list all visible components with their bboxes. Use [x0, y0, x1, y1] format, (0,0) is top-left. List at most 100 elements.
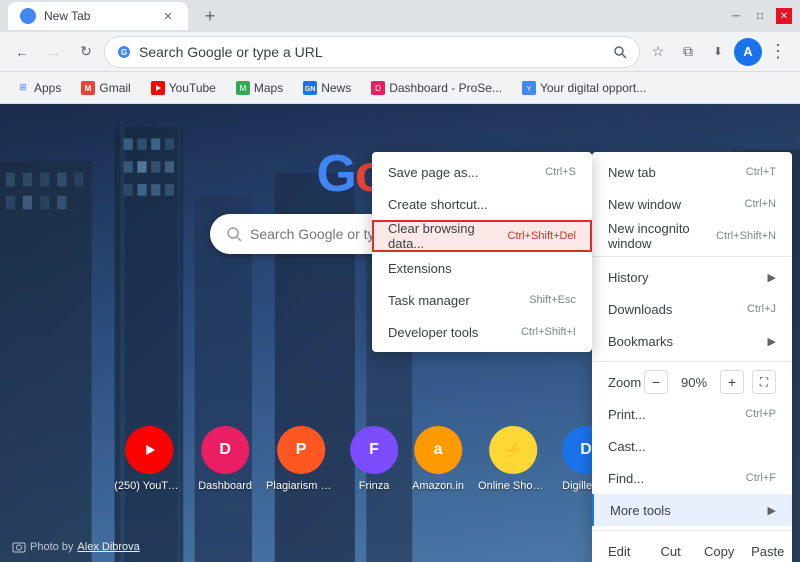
submenu-clear-browsing-shortcut: Ctrl+Shift+Del	[508, 230, 576, 242]
zoom-out-button[interactable]: −	[644, 370, 668, 394]
menu-cast-label: Cast...	[608, 439, 646, 454]
bookmark-news[interactable]: GN News	[295, 76, 359, 100]
search-icon	[613, 45, 627, 59]
svg-text:G: G	[121, 48, 127, 57]
active-tab[interactable]: New Tab ✕	[8, 2, 188, 30]
menu-history[interactable]: History ▶	[592, 261, 792, 293]
shortcut-youtube-icon	[125, 426, 173, 474]
extensions-button[interactable]: ⧉	[674, 38, 702, 66]
shortcut-youtube[interactable]: (250) YouTube	[114, 426, 184, 492]
zoom-in-button[interactable]: +	[720, 370, 744, 394]
dashboard-icon: D	[371, 81, 385, 95]
submenu-task-manager-shortcut: Shift+Esc	[529, 294, 576, 306]
submenu-save-page-label: Save page as...	[388, 165, 478, 180]
menu-find[interactable]: Find... Ctrl+F	[592, 462, 792, 494]
menu-new-tab-shortcut: Ctrl+T	[746, 166, 776, 178]
bookmark-youtube[interactable]: YouTube	[143, 76, 224, 100]
photo-by-label: Photo by	[30, 541, 73, 553]
minimize-button[interactable]: ─	[728, 8, 744, 24]
menu-find-label: Find...	[608, 471, 644, 486]
camera-icon	[12, 540, 26, 554]
close-window-button[interactable]: ✕	[776, 8, 792, 24]
submenu-save-page[interactable]: Save page as... Ctrl+S	[372, 156, 592, 188]
submenu-save-page-shortcut: Ctrl+S	[545, 166, 576, 178]
download-button[interactable]: ⬇	[704, 38, 732, 66]
back-button[interactable]: ←	[8, 38, 36, 66]
fullscreen-button[interactable]: ⛶	[752, 370, 776, 394]
svg-text:M: M	[240, 84, 247, 93]
shortcut-frinza[interactable]: F Frinza	[350, 426, 398, 492]
divider-1	[592, 256, 792, 257]
bookmark-apps[interactable]: ⊞ Apps	[8, 76, 69, 100]
menu-new-window-shortcut: Ctrl+N	[745, 198, 776, 210]
submenu-extensions[interactable]: Extensions	[372, 252, 592, 284]
edit-paste-button[interactable]: Paste	[743, 535, 792, 562]
browser-toolbar: ← → ↻ G Search Google or type a URL ☆ ⧉ …	[0, 32, 800, 72]
reload-button[interactable]: ↻	[72, 38, 100, 66]
profile-button[interactable]: A	[734, 38, 762, 66]
bookmark-gmail[interactable]: M Gmail	[73, 76, 138, 100]
window-controls: ─ □ ✕	[728, 8, 792, 24]
bookmark-digital[interactable]: Y Your digital opport...	[514, 76, 654, 100]
menu-bookmarks[interactable]: Bookmarks ▶	[592, 325, 792, 357]
more-tools-arrow-icon: ▶	[768, 504, 776, 517]
menu-history-label: History	[608, 270, 648, 285]
edit-copy-button[interactable]: Copy	[695, 535, 744, 562]
shortcut-amazon[interactable]: a Amazon.in	[412, 426, 464, 492]
shortcut-dashboard-icon: D	[201, 426, 249, 474]
menu-incognito-shortcut: Ctrl+Shift+N	[716, 230, 776, 242]
submenu-create-shortcut[interactable]: Create shortcut...	[372, 188, 592, 220]
shortcut-dashboard-label: Dashboard	[198, 480, 252, 492]
menu-print[interactable]: Print... Ctrl+P	[592, 398, 792, 430]
submenu-developer-tools[interactable]: Developer tools Ctrl+Shift+I	[372, 316, 592, 348]
submenu-clear-browsing[interactable]: Clear browsing data... Ctrl+Shift+Del	[372, 220, 592, 252]
divider-2	[592, 361, 792, 362]
menu-incognito[interactable]: New incognito window Ctrl+Shift+N	[592, 220, 792, 252]
menu-new-tab-label: New tab	[608, 165, 656, 180]
maximize-button[interactable]: □	[752, 8, 768, 24]
photographer-name[interactable]: Alex Dibrova	[77, 541, 139, 553]
shortcut-youtube-label: (250) YouTube	[114, 480, 184, 492]
toolbar-action-icons: ☆ ⧉ ⬇ A ⋮	[644, 38, 792, 66]
tab-favicon	[20, 8, 36, 24]
tab-close-button[interactable]: ✕	[160, 8, 176, 24]
title-bar: New Tab ✕ + ─ □ ✕	[0, 0, 800, 32]
edit-cut-button[interactable]: Cut	[646, 535, 695, 562]
shortcut-plagiarism-icon: P	[277, 426, 325, 474]
new-tab-button[interactable]: +	[196, 2, 224, 30]
bookmark-gmail-label: Gmail	[99, 81, 130, 95]
submenu-extensions-label: Extensions	[388, 261, 452, 276]
bookmark-digital-label: Your digital opport...	[540, 81, 646, 95]
menu-new-tab[interactable]: New tab Ctrl+T	[592, 156, 792, 188]
menu-downloads[interactable]: Downloads Ctrl+J	[592, 293, 792, 325]
photo-credit: Photo by Alex Dibrova	[12, 540, 140, 554]
svg-text:D: D	[375, 84, 381, 93]
svg-text:M: M	[85, 84, 92, 93]
shortcut-online-shop[interactable]: ⚡ Online Shopp...	[478, 426, 548, 492]
menu-incognito-label: New incognito window	[608, 221, 716, 251]
menu-more-tools[interactable]: More tools ▶	[592, 494, 792, 526]
bookmark-maps[interactable]: M Maps	[228, 76, 291, 100]
shortcut-dashboard[interactable]: D Dashboard	[198, 426, 252, 492]
menu-bookmarks-label: Bookmarks	[608, 334, 673, 349]
address-bar[interactable]: G Search Google or type a URL	[104, 36, 640, 68]
history-arrow-icon: ▶	[768, 271, 776, 284]
google-favicon-icon: G	[117, 45, 131, 59]
menu-new-window[interactable]: New window Ctrl+N	[592, 188, 792, 220]
shortcut-plagiarism[interactable]: P Plagiarism C...	[266, 426, 336, 492]
divider-3	[592, 530, 792, 531]
submenu-task-manager[interactable]: Task manager Shift+Esc	[372, 284, 592, 316]
address-text: Search Google or type a URL	[139, 44, 605, 60]
bookmark-maps-label: Maps	[254, 81, 283, 95]
bookmark-star-button[interactable]: ☆	[644, 38, 672, 66]
bookmarks-arrow-icon: ▶	[768, 335, 776, 348]
bookmark-youtube-label: YouTube	[169, 81, 216, 95]
chrome-menu-button[interactable]: ⋮	[764, 38, 792, 66]
menu-cast[interactable]: Cast...	[592, 430, 792, 462]
menu-print-shortcut: Ctrl+P	[745, 408, 776, 420]
submenu-task-manager-label: Task manager	[388, 293, 470, 308]
edit-row-edit-label: Edit	[592, 544, 646, 559]
bookmark-dashboard[interactable]: D Dashboard - ProSe...	[363, 76, 510, 100]
forward-button[interactable]: →	[40, 38, 68, 66]
submenu-developer-tools-shortcut: Ctrl+Shift+I	[521, 326, 576, 338]
